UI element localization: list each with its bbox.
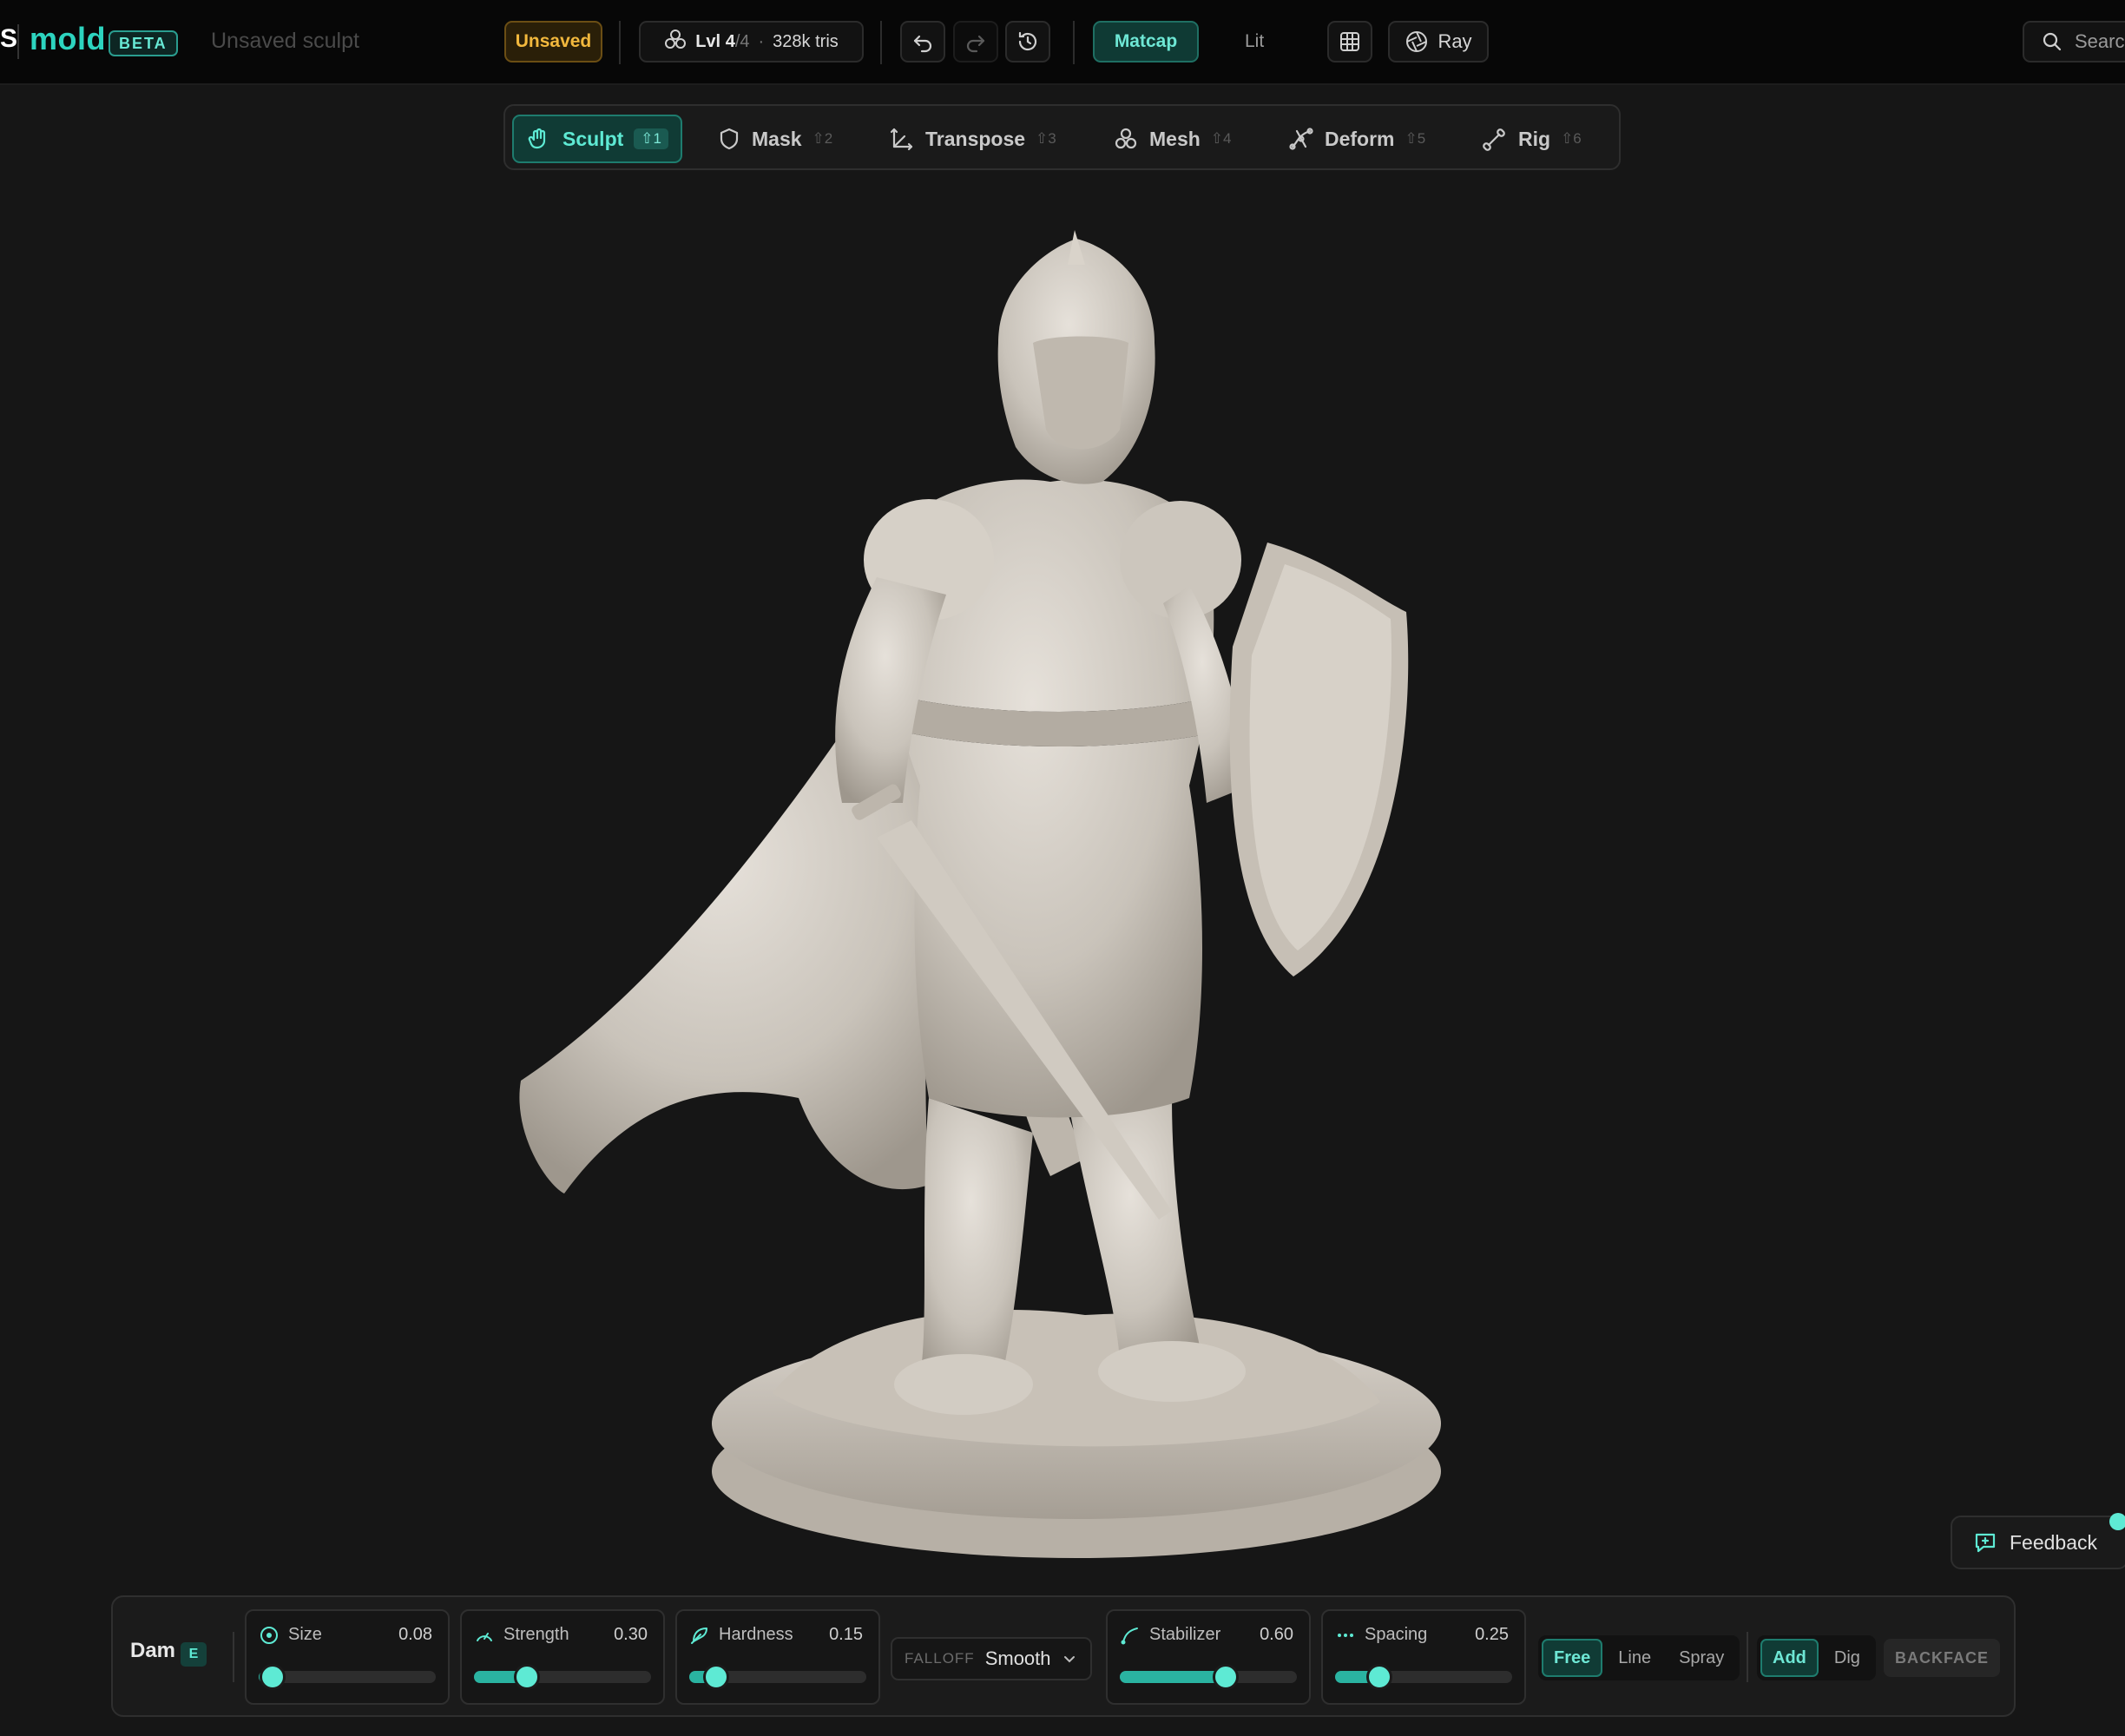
direction-toggle: Add Dig [1757,1635,1876,1680]
hardness-slider-group: Hardness 0.15 [675,1609,880,1705]
redo-icon [966,35,985,53]
size-slider[interactable] [259,1664,436,1690]
direction-add[interactable]: Add [1760,1639,1819,1677]
falloff-value: Smooth [984,1647,1051,1669]
slider-thumb[interactable] [514,1664,541,1690]
history-icon [1018,31,1037,51]
divider [233,1632,234,1682]
spacing-value[interactable]: 0.25 [1475,1625,1509,1645]
logo-divider [17,24,19,59]
aperture-icon [1406,31,1428,52]
undo-icon [913,35,932,53]
slider-thumb[interactable] [1213,1664,1240,1690]
unsaved-status-badge[interactable]: Unsaved [504,21,602,62]
dot-separator: · [758,31,765,51]
lit-button[interactable]: Lit [1245,31,1264,52]
divider [880,21,882,64]
slider-fill [1120,1671,1227,1683]
spacing-slider[interactable] [1335,1664,1512,1690]
brush-shortcut-badge: E [181,1642,207,1667]
brush-settings-panel: Dam E Size 0.08 Strength 0.30 Hardness 0… [111,1595,2016,1717]
search-icon [2043,32,2062,51]
chevron-down-icon [1063,1656,1075,1663]
level-current: 4 [725,31,735,51]
stabilizer-slider-group: Stabilizer 0.60 [1106,1609,1311,1705]
slider-thumb[interactable] [1366,1664,1392,1690]
stabilizer-value[interactable]: 0.60 [1260,1625,1293,1645]
curve-icon [1121,1628,1138,1645]
hardness-label: Hardness [719,1625,793,1644]
undo-button[interactable] [900,21,945,62]
stroke-mode-spray[interactable]: Spray [1667,1639,1736,1677]
search-label: Search [2075,30,2125,52]
feedback-button[interactable]: Feedback [1951,1516,2125,1569]
history-button[interactable] [1005,21,1050,62]
size-slider-group: Size 0.08 [245,1609,450,1705]
grid-toggle-button[interactable] [1327,21,1372,62]
redo-button[interactable] [953,21,998,62]
slider-thumb[interactable] [260,1664,286,1690]
size-label: Size [288,1625,322,1644]
strength-slider[interactable] [474,1664,651,1690]
gauge-icon [477,1633,492,1641]
divider [619,21,621,64]
search-button[interactable]: Search [2023,21,2125,62]
stroke-mode-free[interactable]: Free [1542,1639,1603,1677]
direction-dig[interactable]: Dig [1822,1639,1872,1677]
hardness-value[interactable]: 0.15 [829,1625,863,1645]
notification-dot [2109,1513,2125,1530]
stabilizer-slider[interactable] [1120,1664,1297,1690]
document-title[interactable]: Unsaved sculpt [211,29,359,54]
feedback-label: Feedback [2010,1530,2098,1554]
falloff-caption: FALLOFF [905,1650,975,1667]
ray-render-button[interactable]: Ray [1388,21,1489,62]
knight-sculpt-model[interactable] [512,230,1441,1567]
dots-icon [1338,1634,1353,1637]
feather-icon [691,1628,707,1644]
hardness-slider[interactable] [689,1664,866,1690]
slider-thumb[interactable] [702,1664,729,1690]
subdivision-level-chip[interactable]: Lvl 4/4 · 328k tris [639,21,864,62]
size-value[interactable]: 0.08 [398,1625,432,1645]
matcap-button[interactable]: Matcap [1093,21,1199,62]
stabilizer-label: Stabilizer [1149,1625,1221,1644]
falloff-dropdown[interactable]: FALLOFF Smooth [891,1637,1092,1680]
app-logo[interactable]: mold [30,21,106,57]
beta-badge: BETA [109,30,178,56]
strength-value[interactable]: 0.30 [614,1625,648,1645]
size-icon [260,1627,278,1644]
unsaved-label: Unsaved [515,31,592,51]
ray-label: Ray [1438,30,1472,52]
strength-label: Strength [503,1625,569,1644]
level-total: /4 [734,31,750,51]
stroke-mode-line[interactable]: Line [1606,1639,1663,1677]
backface-toggle[interactable]: BACKFACE [1884,1639,2000,1677]
feedback-icon [1975,1533,1996,1553]
divider [1073,21,1075,64]
mesh-icon [664,28,687,56]
brush-name[interactable]: Dam [130,1639,175,1663]
divider [1747,1632,1748,1682]
matcap-label: Matcap [1114,31,1178,51]
spacing-slider-group: Spacing 0.25 [1321,1609,1526,1705]
top-bar: S mold BETA Unsaved sculpt Unsaved Lvl 4… [0,0,2125,85]
spacing-label: Spacing [1365,1625,1428,1644]
triangle-count: 328k tris [773,31,839,51]
logo-fragment: S [0,24,18,53]
stroke-mode-toggle: Free Line Spray [1538,1635,1740,1680]
grid-icon [1340,32,1359,51]
level-label: Lvl [695,31,721,51]
strength-slider-group: Strength 0.30 [460,1609,665,1705]
